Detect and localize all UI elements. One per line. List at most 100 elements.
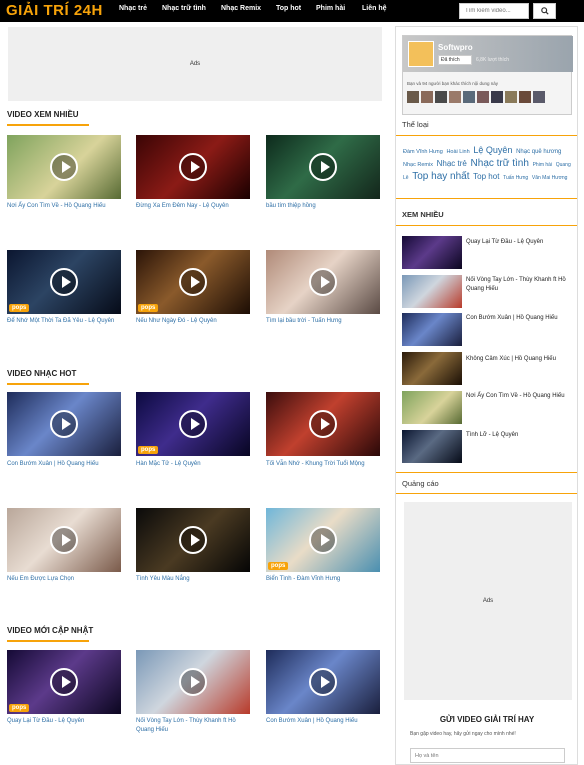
nav-phim-hai[interactable]: Phim hài — [316, 5, 345, 12]
site-logo[interactable]: GIẢI TRÍ 24H — [6, 2, 103, 19]
sidebar-video-thumbnail[interactable] — [402, 313, 462, 346]
sidebar-video-thumbnail[interactable] — [402, 430, 462, 463]
video-title[interactable]: Hàn Mặc Tử - Lệ Quyên — [136, 460, 254, 469]
avatar[interactable] — [477, 91, 489, 103]
video-thumbnail[interactable] — [7, 392, 121, 456]
sidebar-video-title[interactable]: Con Bướm Xuân | Hồ Quang Hiếu — [466, 314, 574, 323]
play-icon — [50, 410, 78, 438]
tag-link[interactable]: Top hot — [473, 172, 499, 181]
section-title-hot: VIDEO NHẠC HOT — [7, 369, 77, 378]
pops-badge: pops — [138, 304, 159, 312]
video-title[interactable]: Tình Yêu Màu Nắng — [136, 575, 254, 584]
video-title[interactable]: Quay Lại Từ Đầu - Lệ Quyên — [7, 717, 125, 726]
tag-link[interactable]: Tuấn Hưng — [503, 175, 528, 181]
facebook-page-name[interactable]: Softwpro — [438, 43, 473, 52]
avatar[interactable] — [519, 91, 531, 103]
nav-nhac-tru-tinh[interactable]: Nhạc trữ tình — [162, 5, 206, 12]
video-thumbnail[interactable]: pops — [136, 250, 250, 314]
pops-badge: pops — [9, 304, 30, 312]
video-thumbnail[interactable]: pops — [136, 392, 250, 456]
tag-link[interactable]: Nhạc trữ tình — [471, 158, 529, 169]
video-title[interactable]: Con Bướm Xuân | Hồ Quang Hiếu — [266, 717, 384, 726]
video-thumbnail[interactable]: pops — [7, 250, 121, 314]
tag-link[interactable]: Phim hài — [533, 162, 552, 168]
nav-lien-he[interactable]: Liên hệ — [362, 5, 387, 12]
submit-video-desc: Bạn gặp video hay, hãy gửi ngay cho mình… — [410, 731, 516, 737]
tag-link[interactable]: Lệ Quyên — [473, 145, 512, 155]
avatar[interactable] — [449, 91, 461, 103]
ads-sidebar[interactable]: Ads — [404, 502, 572, 700]
avatar[interactable] — [505, 91, 517, 103]
video-title[interactable]: Nếu Em Được Lựa Chọn — [7, 575, 125, 584]
top-bar: GIẢI TRÍ 24H Nhạc trẻ Nhạc trữ tình Nhạc… — [0, 0, 584, 22]
video-thumbnail[interactable] — [136, 508, 250, 572]
section-divider — [7, 383, 89, 385]
video-thumbnail[interactable] — [136, 135, 250, 199]
sidebar-video-title[interactable]: Nơi Ấy Con Tìm Về - Hồ Quang Hiếu — [466, 392, 574, 401]
most-viewed-title: XEM NHIỀU — [402, 210, 444, 219]
nav-nhac-tre[interactable]: Nhạc trẻ — [119, 5, 147, 12]
tag-link[interactable]: Nhạc trẻ — [437, 159, 467, 168]
sidebar-video-thumbnail[interactable] — [402, 352, 462, 385]
sidebar-video-thumbnail[interactable] — [402, 236, 462, 269]
nav-top-hot[interactable]: Top hot — [276, 5, 301, 12]
play-icon — [50, 668, 78, 696]
play-icon — [309, 668, 337, 696]
video-thumbnail[interactable] — [7, 135, 121, 199]
search-input[interactable] — [459, 3, 529, 19]
sidebar-divider — [396, 198, 577, 199]
section-divider — [7, 124, 89, 126]
tag-link[interactable]: Văn Mai Hương — [532, 175, 568, 181]
sidebar-video-title[interactable]: Tình Lỡ - Lệ Quyên — [466, 431, 574, 440]
sidebar-video-thumbnail[interactable] — [402, 275, 462, 308]
search-button[interactable] — [533, 3, 556, 19]
play-icon — [309, 410, 337, 438]
video-title[interactable]: Nơi Ấy Con Tìm Về - Hồ Quang Hiếu — [7, 202, 125, 211]
ads-title: Quảng cáo — [402, 479, 439, 488]
video-title[interactable]: Biển Tình - Đàm Vĩnh Hưng — [266, 575, 384, 584]
video-thumbnail[interactable]: pops — [266, 508, 380, 572]
pops-badge: pops — [138, 446, 159, 454]
video-title[interactable]: bầu tím thiệp hồng — [266, 202, 384, 211]
name-field[interactable] — [410, 748, 565, 763]
sidebar-video-title[interactable]: Quay Lại Từ Đầu - Lệ Quyên — [466, 238, 574, 247]
video-thumbnail[interactable] — [266, 392, 380, 456]
video-thumbnail[interactable] — [266, 135, 380, 199]
tag-link[interactable]: Đàm Vĩnh Hưng — [403, 149, 443, 155]
video-title[interactable]: Đừng Xa Em Đêm Nay - Lệ Quyên — [136, 202, 254, 211]
sidebar-video-title[interactable]: Không Cảm Xúc | Hồ Quang Hiếu — [466, 355, 574, 364]
facebook-page-widget[interactable]: Softwpro Đã thích 6,8K lượt thích Bạn và… — [402, 35, 573, 115]
avatar[interactable] — [421, 91, 433, 103]
sidebar-video-title[interactable]: Nối Vòng Tay Lớn - Thùy Khanh ft Hồ Quan… — [466, 276, 574, 294]
tag-link[interactable]: Nhạc quê hương — [516, 149, 561, 155]
video-thumbnail[interactable] — [136, 650, 250, 714]
video-thumbnail[interactable] — [266, 250, 380, 314]
facebook-friends-text: Bạn và 94 người bạn khác thích nội dung … — [407, 81, 499, 86]
sidebar-divider — [396, 135, 577, 136]
video-thumbnail[interactable]: pops — [7, 650, 121, 714]
tag-link[interactable]: Nhạc Remix — [403, 162, 433, 168]
video-title[interactable]: Để Nhớ Một Thời Ta Đã Yêu - Lệ Quyên — [7, 317, 125, 326]
video-title[interactable]: Nối Vòng Tay Lớn - Thùy Khanh ft Hồ Quan… — [136, 717, 254, 735]
facebook-page-avatar[interactable] — [408, 41, 434, 67]
video-thumbnail[interactable] — [7, 508, 121, 572]
avatar[interactable] — [533, 91, 545, 103]
video-title[interactable]: Con Bướm Xuân | Hồ Quang Hiếu — [7, 460, 125, 469]
tag-link[interactable]: Top hay nhất — [412, 171, 469, 182]
tag-cloud: Đàm Vĩnh Hưng Hoài Linh Lệ Quyên Nhạc qu… — [403, 145, 573, 184]
section-title-most-viewed: VIDEO XEM NHIỀU — [7, 110, 79, 119]
video-title[interactable]: Tối Vẫn Nhớ - Khung Trời Tuổi Mộng — [266, 460, 384, 469]
sidebar-video-thumbnail[interactable] — [402, 391, 462, 424]
nav-nhac-remix[interactable]: Nhạc Remix — [221, 5, 261, 12]
avatar[interactable] — [435, 91, 447, 103]
facebook-like-button[interactable]: Đã thích — [438, 55, 472, 65]
tag-link[interactable]: Hoài Linh — [446, 149, 469, 155]
avatar[interactable] — [491, 91, 503, 103]
avatar[interactable] — [463, 91, 475, 103]
video-title[interactable]: Nếu Như Ngày Đó - Lệ Quyên — [136, 317, 254, 326]
play-icon — [309, 526, 337, 554]
video-thumbnail[interactable] — [266, 650, 380, 714]
ads-banner[interactable]: Ads — [8, 27, 382, 101]
avatar[interactable] — [407, 91, 419, 103]
video-title[interactable]: Tìm lại bầu trời - Tuấn Hưng — [266, 317, 384, 326]
